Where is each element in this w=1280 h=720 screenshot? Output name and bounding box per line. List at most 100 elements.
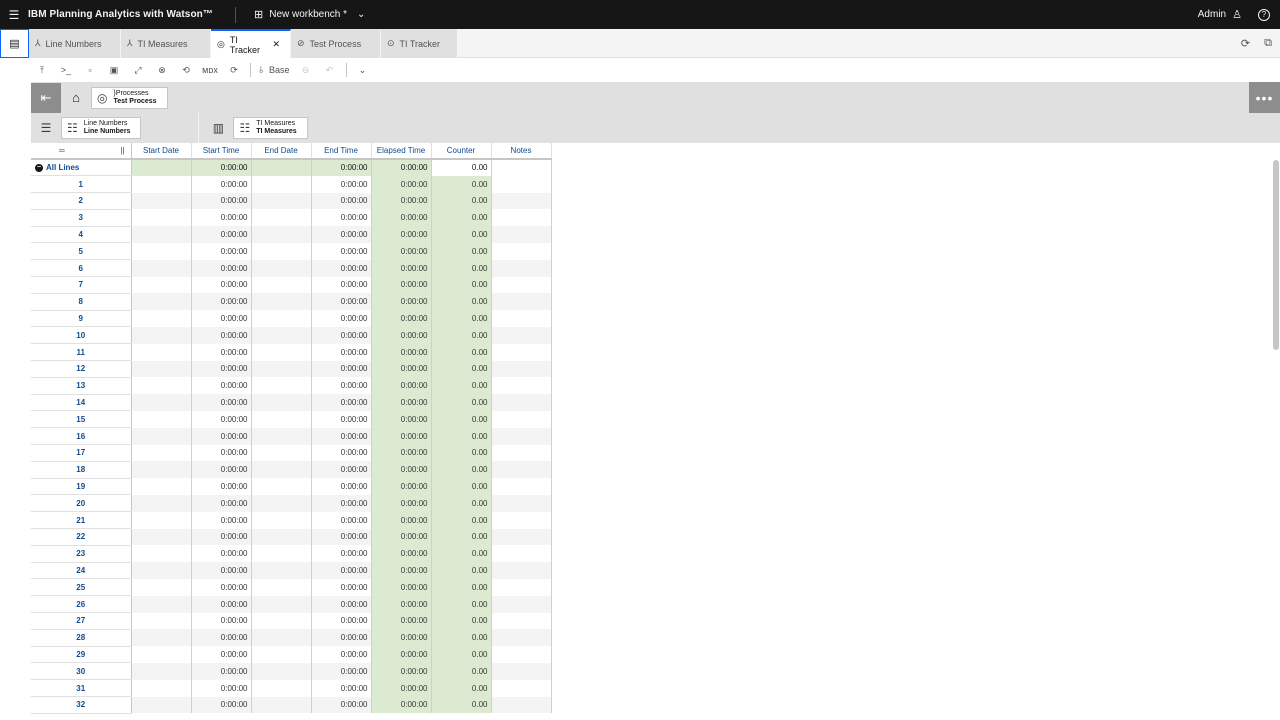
- cell-start-time[interactable]: 0:00:00: [191, 511, 252, 529]
- cell-counter[interactable]: 0.00: [431, 444, 492, 462]
- cell-start-time[interactable]: 0:00:00: [191, 410, 252, 428]
- row-header[interactable]: 7: [31, 276, 132, 294]
- cell-notes[interactable]: [491, 478, 552, 495]
- cell-start-date[interactable]: [131, 528, 192, 546]
- cell-start-date[interactable]: [131, 343, 192, 361]
- cell-end-date[interactable]: [251, 343, 312, 361]
- row-header[interactable]: 2: [31, 192, 132, 210]
- cell-counter[interactable]: 0.00: [431, 578, 492, 596]
- cell-elapsed-time[interactable]: 0:00:00: [371, 461, 432, 479]
- cell-counter[interactable]: 0.00: [431, 646, 492, 663]
- cell-notes[interactable]: [491, 226, 552, 243]
- tab-line-numbers[interactable]: ⅄ Line Numbers: [29, 29, 121, 58]
- cell-start-time[interactable]: 0:00:00: [191, 226, 252, 243]
- cell-counter[interactable]: 0.00: [431, 326, 492, 344]
- row-header[interactable]: 11: [31, 343, 132, 362]
- cell-end-time[interactable]: 0:00:00: [311, 578, 372, 596]
- cell-start-date[interactable]: [131, 276, 192, 294]
- cell-counter[interactable]: 0.00: [431, 511, 492, 529]
- cell-end-date[interactable]: [251, 360, 312, 378]
- user-icon[interactable]: ♙: [1232, 8, 1242, 21]
- cell-end-date[interactable]: [251, 595, 312, 613]
- cell-start-date[interactable]: [131, 494, 192, 512]
- cell-elapsed-time[interactable]: 0:00:00: [371, 293, 432, 311]
- cell-end-time[interactable]: 0:00:00: [311, 192, 372, 210]
- cell-elapsed-time[interactable]: 0:00:00: [371, 478, 432, 495]
- cell-end-time[interactable]: 0:00:00: [311, 595, 372, 613]
- cell-start-time[interactable]: 0:00:00: [191, 293, 252, 311]
- cell-end-date[interactable]: [251, 276, 312, 294]
- cell-start-date[interactable]: [131, 209, 192, 227]
- cell-start-time[interactable]: 0:00:00: [191, 595, 252, 613]
- cell-start-time[interactable]: 0:00:00: [191, 646, 252, 663]
- cell-end-time[interactable]: 0:00:00: [311, 612, 372, 630]
- cell-notes[interactable]: [491, 511, 552, 529]
- cell-counter[interactable]: 0.00: [431, 494, 492, 512]
- cell-start-date[interactable]: [131, 646, 192, 663]
- export-icon[interactable]: ⤒: [30, 65, 54, 76]
- cell-notes[interactable]: [491, 646, 552, 663]
- columns-dimension-chip[interactable]: ☷ TI Measures TI Measures: [233, 117, 308, 139]
- cell-end-time[interactable]: 0:00:00: [311, 562, 372, 579]
- cell-end-time[interactable]: 0:00:00: [311, 494, 372, 512]
- cell-start-time[interactable]: 0:00:00: [191, 629, 252, 647]
- row-header[interactable]: 24: [31, 562, 132, 580]
- column-header[interactable]: Notes: [491, 143, 552, 160]
- row-header[interactable]: 10: [31, 326, 132, 345]
- cell-elapsed-time[interactable]: 0:00:00: [371, 511, 432, 529]
- cell-end-time[interactable]: 0:00:00: [311, 461, 372, 479]
- cell-counter[interactable]: 0.00: [431, 696, 492, 714]
- cell-end-date[interactable]: [251, 192, 312, 210]
- user-name[interactable]: Admin: [1198, 9, 1226, 20]
- cell-end-date[interactable]: [251, 226, 312, 243]
- mdx-icon[interactable]: ▣: [102, 65, 126, 76]
- cell-start-time[interactable]: 0:00:00: [191, 377, 252, 395]
- row-header[interactable]: 17: [31, 444, 132, 462]
- cell-end-time[interactable]: 0:00:00: [311, 310, 372, 327]
- cell-elapsed-time[interactable]: 0:00:00: [371, 192, 432, 210]
- cell-end-date[interactable]: [251, 696, 312, 714]
- more-options-icon[interactable]: •••: [1249, 82, 1280, 113]
- cell-end-date[interactable]: [251, 242, 312, 260]
- cell-start-time[interactable]: 0:00:00: [191, 310, 252, 327]
- cell-elapsed-time[interactable]: 0:00:00: [371, 394, 432, 411]
- cell-notes[interactable]: [491, 276, 552, 294]
- sandbox-selector[interactable]: Base: [269, 65, 290, 75]
- cell-start-time[interactable]: 0:00:00: [191, 192, 252, 210]
- cell-end-time[interactable]: 0:00:00: [311, 209, 372, 227]
- cell-counter[interactable]: 0.00: [431, 478, 492, 495]
- cell-counter[interactable]: 0.00: [431, 226, 492, 243]
- row-header[interactable]: 13: [31, 377, 132, 395]
- cell-start-date[interactable]: [131, 679, 192, 697]
- cell-end-date[interactable]: [251, 175, 312, 193]
- cell-counter[interactable]: 0.00: [431, 461, 492, 479]
- cell-end-date[interactable]: [251, 612, 312, 630]
- cell-end-time[interactable]: 0:00:00: [311, 478, 372, 495]
- row-header[interactable]: 23: [31, 545, 132, 563]
- cell-elapsed-time[interactable]: 0:00:00: [371, 612, 432, 630]
- cell-start-date[interactable]: [131, 444, 192, 462]
- cell-end-date[interactable]: [251, 310, 312, 327]
- tab-ti-tracker[interactable]: ◎ TI Tracker ✕: [211, 29, 291, 58]
- cell-notes[interactable]: [491, 175, 552, 193]
- cell-end-date[interactable]: [251, 444, 312, 462]
- cell-end-date[interactable]: [251, 209, 312, 227]
- cell-counter[interactable]: 0.00: [431, 528, 492, 546]
- column-header[interactable]: Elapsed Time: [371, 143, 432, 160]
- row-header[interactable]: 29: [31, 646, 132, 664]
- cell-elapsed-time[interactable]: 0:00:00: [371, 242, 432, 260]
- row-header[interactable]: 4: [31, 226, 132, 244]
- cell-end-date[interactable]: [251, 326, 312, 344]
- menu-icon[interactable]: ☰: [0, 8, 28, 22]
- row-header[interactable]: 1: [31, 175, 132, 194]
- cell-notes[interactable]: [491, 528, 552, 546]
- row-header[interactable]: 14: [31, 394, 132, 412]
- sync-icon[interactable]: ⟳: [222, 65, 246, 76]
- cell-counter[interactable]: 0.00: [431, 293, 492, 311]
- cell-start-date[interactable]: [131, 159, 192, 176]
- cell-elapsed-time[interactable]: 0:00:00: [371, 444, 432, 462]
- cell-elapsed-time[interactable]: 0:00:00: [371, 646, 432, 663]
- row-header[interactable]: 20: [31, 494, 132, 513]
- popout-icon[interactable]: ⧉: [1264, 37, 1272, 50]
- cell-elapsed-time[interactable]: 0:00:00: [371, 562, 432, 579]
